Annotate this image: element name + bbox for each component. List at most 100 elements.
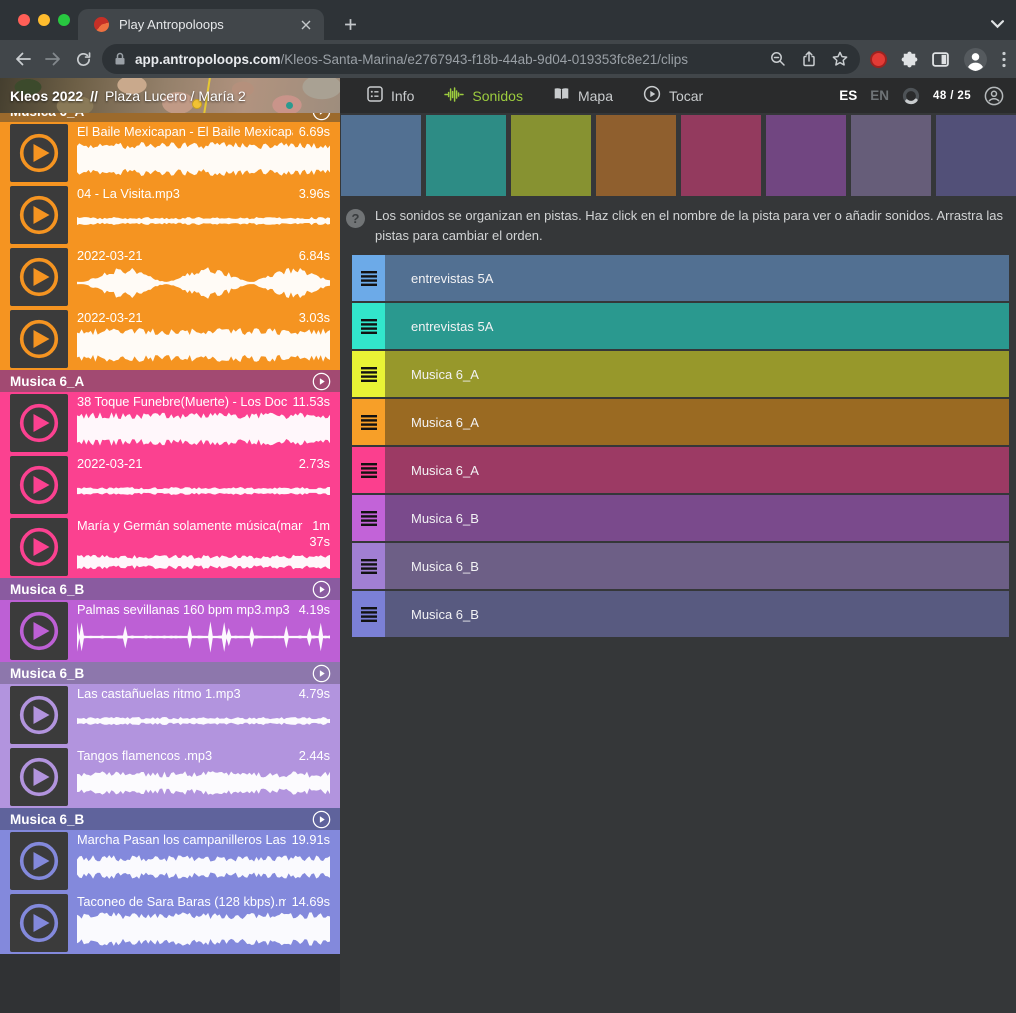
track-color-swatch bbox=[596, 115, 676, 196]
track-drag-handle[interactable] bbox=[352, 591, 385, 637]
bookmark-star-icon[interactable] bbox=[832, 51, 848, 67]
track-row[interactable]: Musica 6_B bbox=[352, 495, 1009, 541]
track-body[interactable]: Musica 6_B bbox=[385, 495, 1009, 541]
nav-item[interactable]: Sonidos bbox=[429, 78, 538, 113]
track-row[interactable]: Musica 6_A bbox=[352, 351, 1009, 397]
new-tab-button[interactable] bbox=[338, 12, 362, 36]
track-drag-handle[interactable] bbox=[352, 447, 385, 493]
track-body[interactable]: Musica 6_A bbox=[385, 399, 1009, 445]
track-section: Musica 6_B Palmas sevillanas 160 bpm mp3… bbox=[0, 578, 340, 662]
play-icon bbox=[10, 394, 68, 452]
lang-en-button[interactable]: EN bbox=[870, 88, 889, 103]
track-drag-handle[interactable] bbox=[352, 543, 385, 589]
track-body[interactable]: Musica 6_B bbox=[385, 591, 1009, 637]
track-color-swatch bbox=[681, 115, 761, 196]
breadcrumb-project[interactable]: Kleos 2022 bbox=[10, 88, 83, 104]
nav-item[interactable]: Info bbox=[352, 78, 429, 113]
tab-close-icon[interactable] bbox=[298, 17, 314, 33]
clip-play-button[interactable] bbox=[10, 456, 68, 514]
track-section-header[interactable]: Musica 6_B bbox=[0, 662, 340, 684]
clip-info: Tangos flamencos .mp3 2.44s bbox=[77, 748, 330, 803]
clip-info: Las castañuelas ritmo 1.mp3 4.79s bbox=[77, 686, 330, 741]
audio-clip[interactable]: Tangos flamencos .mp3 2.44s bbox=[0, 746, 340, 808]
address-bar[interactable]: app.antropoloops.com/Kleos-Santa-Marina/… bbox=[102, 44, 860, 74]
track-row[interactable]: entrevistas 5A bbox=[352, 303, 1009, 349]
audio-clip[interactable]: Las castañuelas ritmo 1.mp3 4.79s bbox=[0, 684, 340, 746]
clip-play-button[interactable] bbox=[10, 832, 68, 890]
drag-handle-icon bbox=[361, 463, 377, 478]
play-icon bbox=[10, 602, 68, 660]
track-body[interactable]: Musica 6_B bbox=[385, 543, 1009, 589]
close-window-button[interactable] bbox=[18, 14, 30, 26]
minimize-window-button[interactable] bbox=[38, 14, 50, 26]
section-play-icon[interactable] bbox=[312, 580, 331, 599]
clip-play-button[interactable] bbox=[10, 602, 68, 660]
side-panel-icon[interactable] bbox=[932, 52, 949, 67]
menu-kebab-icon[interactable] bbox=[1002, 51, 1006, 68]
audio-clip[interactable]: 2022-03-21 6.84s bbox=[0, 246, 340, 308]
clip-play-button[interactable] bbox=[10, 186, 68, 244]
share-icon[interactable] bbox=[802, 51, 816, 67]
nav-item[interactable]: Mapa bbox=[538, 78, 628, 113]
track-drag-handle[interactable] bbox=[352, 255, 385, 301]
recorder-extension-icon[interactable] bbox=[870, 51, 887, 68]
clip-play-button[interactable] bbox=[10, 248, 68, 306]
track-section-header[interactable]: Musica 6_A bbox=[0, 113, 340, 122]
browser-tab[interactable]: Play Antropoloops bbox=[78, 9, 324, 40]
track-section-header[interactable]: Musica 6_B bbox=[0, 578, 340, 600]
waveform bbox=[77, 703, 330, 739]
account-icon[interactable] bbox=[984, 86, 1004, 106]
track-drag-handle[interactable] bbox=[352, 495, 385, 541]
back-icon[interactable] bbox=[8, 44, 38, 74]
clip-play-button[interactable] bbox=[10, 310, 68, 368]
reload-icon[interactable] bbox=[68, 44, 98, 74]
profile-avatar[interactable] bbox=[963, 47, 988, 72]
waveform bbox=[77, 411, 330, 447]
track-body[interactable]: Musica 6_A bbox=[385, 351, 1009, 397]
track-row[interactable]: Musica 6_A bbox=[352, 399, 1009, 445]
clip-duration: 2.73s bbox=[299, 456, 330, 472]
zoom-out-icon[interactable] bbox=[770, 51, 786, 67]
track-drag-handle[interactable] bbox=[352, 351, 385, 397]
track-row[interactable]: entrevistas 5A bbox=[352, 255, 1009, 301]
track-row[interactable]: Musica 6_B bbox=[352, 543, 1009, 589]
track-body[interactable]: Musica 6_A bbox=[385, 447, 1009, 493]
track-body[interactable]: entrevistas 5A bbox=[385, 255, 1009, 301]
clip-title: 2022-03-21 bbox=[77, 310, 293, 326]
clip-play-button[interactable] bbox=[10, 748, 68, 806]
maximize-window-button[interactable] bbox=[58, 14, 70, 26]
lang-es-button[interactable]: ES bbox=[839, 88, 857, 103]
track-drag-handle[interactable] bbox=[352, 399, 385, 445]
clip-play-button[interactable] bbox=[10, 394, 68, 452]
section-play-icon[interactable] bbox=[312, 372, 331, 391]
extensions-puzzle-icon[interactable] bbox=[901, 51, 918, 68]
forward-icon[interactable] bbox=[38, 44, 68, 74]
clip-duration: 6.84s bbox=[299, 248, 330, 264]
track-body[interactable]: entrevistas 5A bbox=[385, 303, 1009, 349]
section-play-icon[interactable] bbox=[312, 810, 331, 829]
tab-search-chevron-icon[interactable] bbox=[991, 16, 1004, 34]
section-play-icon[interactable] bbox=[312, 664, 331, 683]
track-row[interactable]: Musica 6_B bbox=[352, 591, 1009, 637]
track-row[interactable]: Musica 6_A bbox=[352, 447, 1009, 493]
track-section-header[interactable]: Musica 6_A bbox=[0, 370, 340, 392]
clip-play-button[interactable] bbox=[10, 686, 68, 744]
clip-play-button[interactable] bbox=[10, 518, 68, 576]
clip-play-button[interactable] bbox=[10, 894, 68, 952]
section-clips: El Baile Mexicapan - El Baile Mexicapan.… bbox=[0, 122, 340, 370]
audio-clip[interactable]: 2022-03-21 2.73s bbox=[0, 454, 340, 516]
track-section-header[interactable]: Musica 6_B bbox=[0, 808, 340, 830]
audio-clip[interactable]: El Baile Mexicapan - El Baile Mexicapan.… bbox=[0, 122, 340, 184]
track-drag-handle[interactable] bbox=[352, 303, 385, 349]
nav-item[interactable]: Tocar bbox=[628, 78, 718, 113]
section-play-icon[interactable] bbox=[312, 113, 331, 121]
audio-clip[interactable]: 38 Toque Funebre(Muerte) - Los Doce Par.… bbox=[0, 392, 340, 454]
audio-clip[interactable]: Palmas sevillanas 160 bpm mp3.mp3 4.19s bbox=[0, 600, 340, 662]
audio-clip[interactable]: Taconeo de Sara Baras (128 kbps).mp3 14.… bbox=[0, 892, 340, 954]
audio-clip[interactable]: Marcha Pasan los campanilleros Las Mejor… bbox=[0, 830, 340, 892]
audio-clip[interactable]: 2022-03-21 3.03s bbox=[0, 308, 340, 370]
audio-clip[interactable]: María y Germán solamente música(maría 2.… bbox=[0, 516, 340, 578]
clip-play-button[interactable] bbox=[10, 124, 68, 182]
audio-clip[interactable]: 04 - La Visita.mp3 3.96s bbox=[0, 184, 340, 246]
clip-info: 2022-03-21 2.73s bbox=[77, 456, 330, 511]
